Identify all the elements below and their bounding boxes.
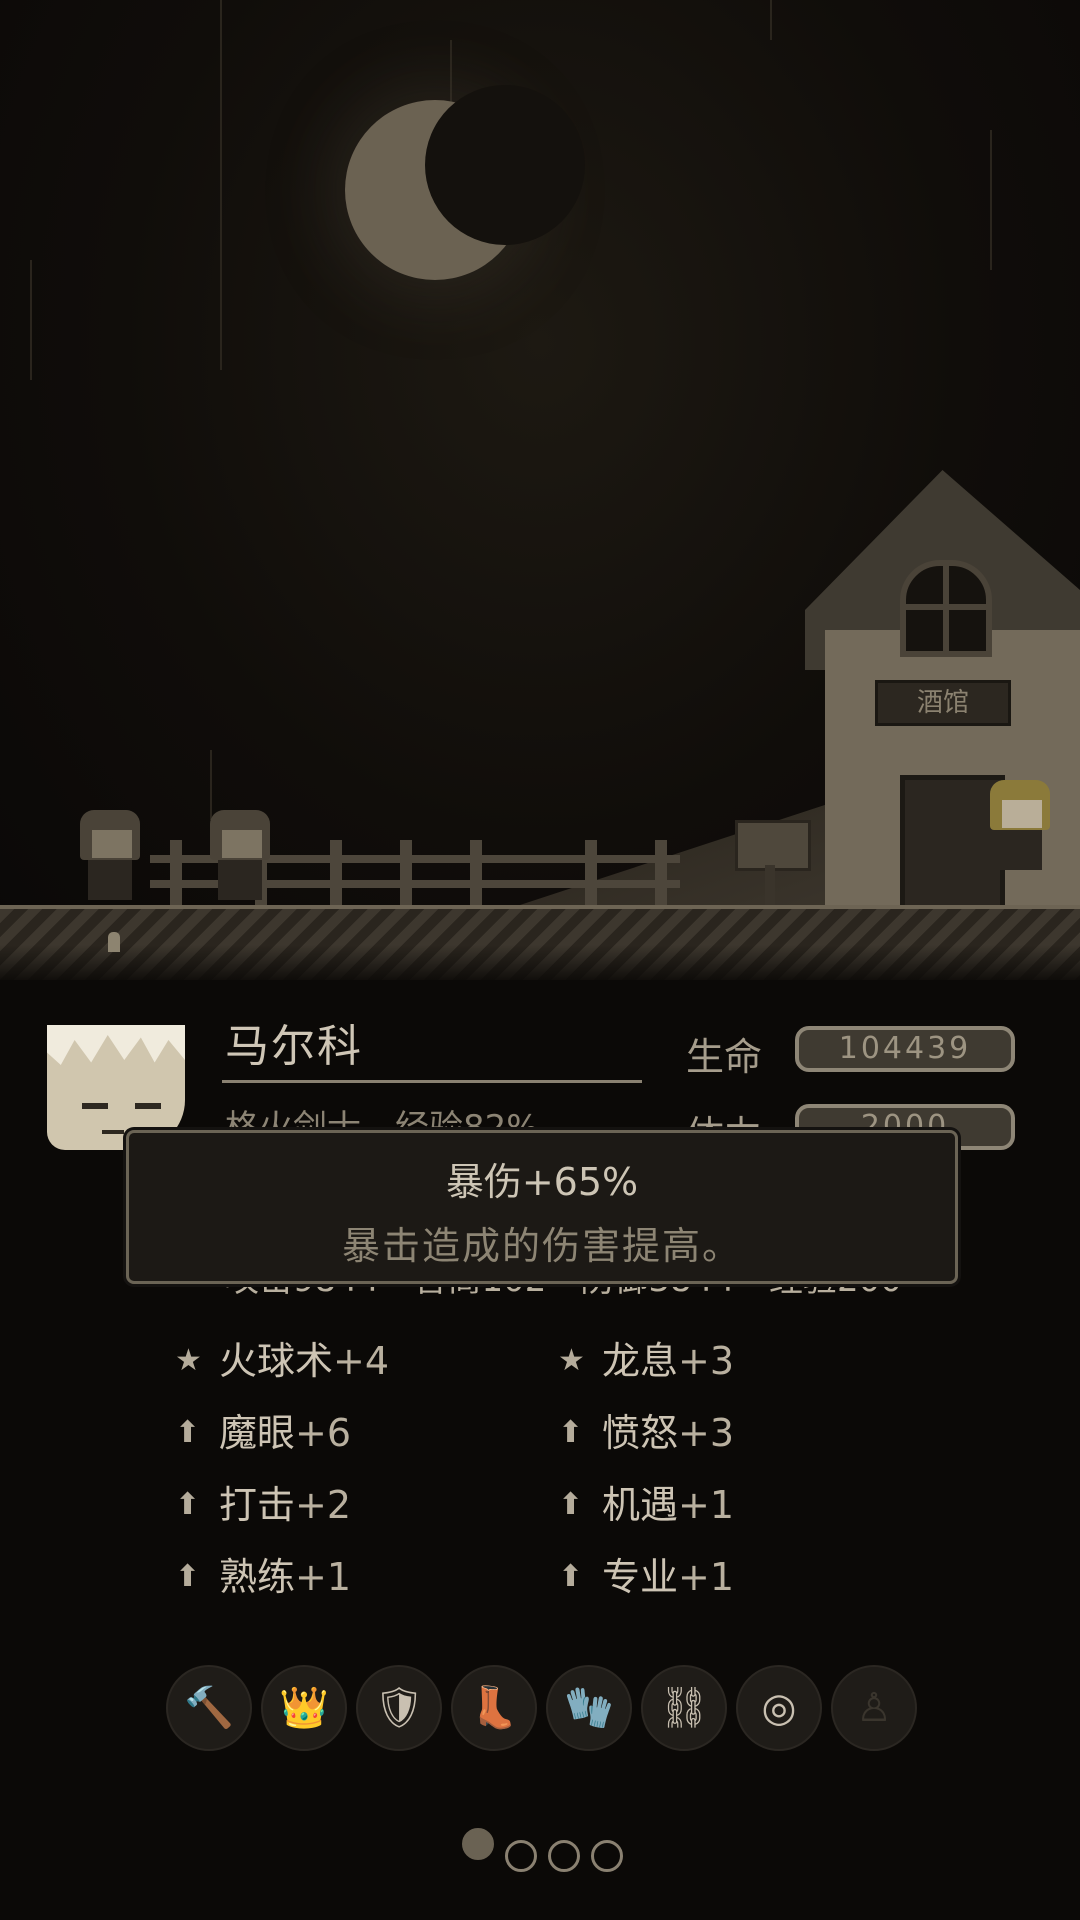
- tooltip-title: 暴伤+65%: [445, 1160, 639, 1204]
- gauntlet-icon[interactable]: 🧤: [546, 1665, 632, 1751]
- party-member[interactable]: [80, 810, 140, 900]
- tooltip-description: 暴击造成的伤害提高。: [341, 1224, 742, 1268]
- page-dot[interactable]: [462, 1828, 494, 1860]
- page-dot[interactable]: [591, 1840, 623, 1872]
- fence-post: [400, 840, 412, 905]
- hp-label: 生命: [686, 1035, 763, 1079]
- skill-level: +2: [295, 1483, 352, 1527]
- skill-name: 机遇: [598, 1482, 678, 1528]
- empty-slot-icon[interactable]: ♙: [831, 1665, 917, 1751]
- skill-level: +4: [333, 1339, 390, 1383]
- arrow-up-icon: ⬆: [558, 1487, 584, 1522]
- rain-streak: [220, 0, 222, 370]
- boots-icon[interactable]: 👢: [451, 1665, 537, 1751]
- npc-miner[interactable]: [990, 780, 1050, 870]
- skill-name: 魔眼: [215, 1410, 295, 1456]
- arrow-up-icon: ⬆: [175, 1559, 201, 1594]
- skill-item[interactable]: ⬆ 愤怒 +3: [558, 1410, 734, 1456]
- skill-item[interactable]: ★ 火球术 +4: [175, 1338, 389, 1384]
- star-icon: ★: [558, 1343, 585, 1378]
- candle-icon: [108, 932, 120, 952]
- mailbox[interactable]: [735, 820, 811, 871]
- fence-post: [585, 840, 597, 905]
- skill-item[interactable]: ⬆ 熟练 +1: [175, 1554, 351, 1600]
- arrow-up-icon: ⬆: [175, 1487, 201, 1522]
- tavern-sign: 酒馆: [875, 680, 1011, 726]
- skill-item[interactable]: ⬆ 专业 +1: [558, 1554, 734, 1600]
- skill-level: +3: [678, 1339, 735, 1383]
- skill-progress-fill: [598, 1410, 646, 1456]
- skill-progress-fill: [598, 1482, 678, 1528]
- hp-value: 104439: [795, 1026, 1015, 1072]
- skill-progress-fill: [215, 1554, 287, 1600]
- skill-level: +3: [678, 1411, 735, 1455]
- rain-streak: [990, 130, 992, 270]
- skill-progress-fill: [598, 1554, 630, 1600]
- game-scene: 酒馆: [0, 0, 1080, 980]
- skill-progress-fill: [215, 1482, 255, 1528]
- skill-name: 打击: [215, 1482, 295, 1528]
- crown-icon[interactable]: 👑: [261, 1665, 347, 1751]
- armor-icon[interactable]: 🛡: [356, 1665, 442, 1751]
- skill-level: +1: [678, 1555, 735, 1599]
- rain-streak: [770, 0, 772, 40]
- party-member[interactable]: [210, 810, 270, 900]
- skill-level: +1: [295, 1555, 352, 1599]
- skill-level: +6: [295, 1411, 352, 1455]
- skill-item[interactable]: ⬆ 打击 +2: [175, 1482, 351, 1528]
- skill-name: 火球术: [215, 1338, 333, 1384]
- arrow-up-icon: ⬆: [558, 1415, 584, 1450]
- page-dot[interactable]: [505, 1840, 537, 1872]
- star-icon: ★: [175, 1343, 202, 1378]
- rain-streak: [30, 260, 32, 380]
- page-dot[interactable]: [548, 1840, 580, 1872]
- fence-post: [170, 840, 182, 905]
- arrow-up-icon: ⬆: [175, 1415, 201, 1450]
- arrow-up-icon: ⬆: [558, 1559, 584, 1594]
- divider: [222, 1080, 642, 1083]
- skill-name: 熟练: [215, 1554, 295, 1600]
- fence-post: [470, 840, 482, 905]
- hammer-icon[interactable]: 🔨: [166, 1665, 252, 1751]
- skill-item[interactable]: ⬆ 机遇 +1: [558, 1482, 734, 1528]
- fence-post: [330, 840, 342, 905]
- greaves-icon[interactable]: ⛓: [641, 1665, 727, 1751]
- skill-item[interactable]: ⬆ 魔眼 +6: [175, 1410, 351, 1456]
- skill-name: 专业: [598, 1554, 678, 1600]
- skill-level: +1: [678, 1483, 735, 1527]
- skill-name: 龙息: [598, 1338, 868, 1384]
- ring-icon[interactable]: ◎: [736, 1665, 822, 1751]
- skill-item[interactable]: ★ 龙息 +3: [558, 1338, 868, 1384]
- skill-tooltip: 暴伤+65% 暴击造成的伤害提高。: [126, 1130, 958, 1284]
- fence-post: [655, 840, 667, 905]
- character-name: 马尔科: [225, 1021, 363, 1072]
- tavern-window: [900, 560, 992, 657]
- skill-name: 愤怒: [598, 1410, 678, 1456]
